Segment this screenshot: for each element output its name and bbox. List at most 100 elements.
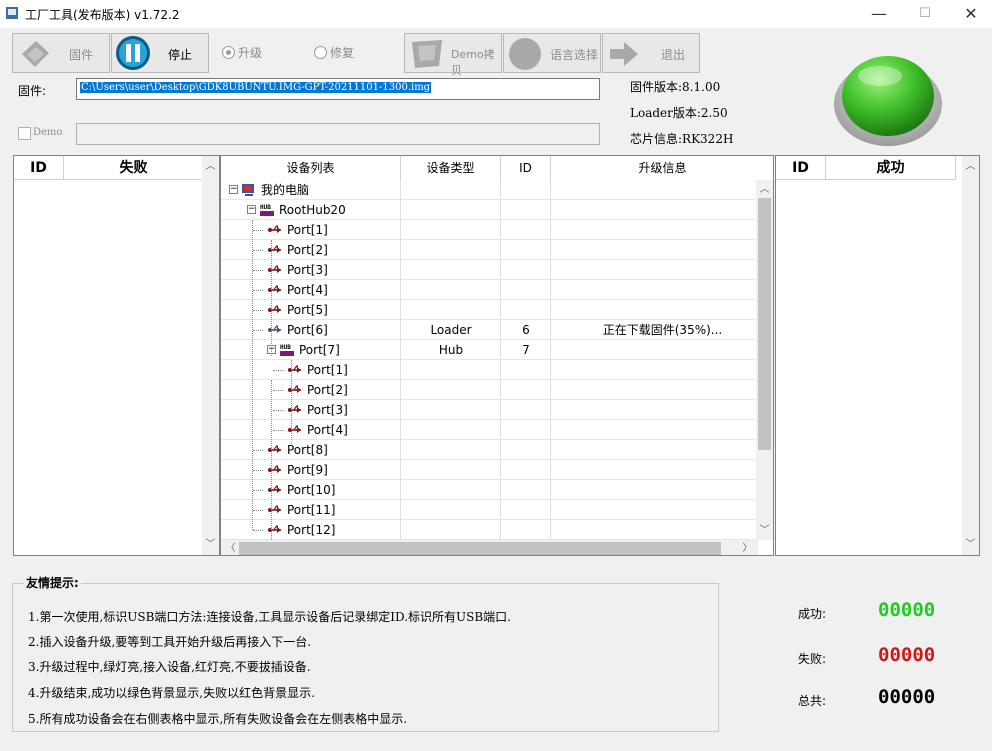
- device-id: [501, 240, 551, 260]
- success-col-status[interactable]: 成功: [826, 156, 956, 180]
- fail-panel[interactable]: ID 失败 ︿ ﹀: [13, 155, 220, 556]
- upgrade-radio[interactable]: 升级: [222, 44, 262, 61]
- radio-dot-checked: [222, 46, 235, 59]
- tree-row[interactable]: Port[8]: [221, 440, 756, 460]
- demo-path-field[interactable]: [76, 123, 600, 145]
- tree-connector: [291, 360, 292, 444]
- device-type: [401, 440, 501, 460]
- firmware-field-label: 固件:: [18, 84, 47, 98]
- tree-row[interactable]: Port[5]: [221, 300, 756, 320]
- tree-row[interactable]: Port[9]: [221, 460, 756, 480]
- tree-row[interactable]: Port[6] Loader 6 正在下载固件(35%)...: [221, 320, 756, 340]
- device-type: [401, 500, 501, 520]
- collapse-toggle-icon[interactable]: −: [229, 185, 238, 194]
- repair-radio[interactable]: 修复: [314, 44, 354, 61]
- usb-port-icon: [288, 425, 301, 433]
- maximize-button[interactable]: ☐: [902, 0, 948, 28]
- tree-row[interactable]: Port[1]: [221, 360, 756, 380]
- device-type: [401, 400, 501, 420]
- tree-connector: [253, 230, 263, 231]
- success-panel[interactable]: ID 成功 ︿ ﹀: [775, 155, 980, 556]
- device-id: [501, 500, 551, 520]
- upgrade-info: [551, 420, 773, 440]
- computer-icon: [242, 184, 254, 196]
- device-type: [401, 420, 501, 440]
- tree-row[interactable]: − HUB RootHub20: [221, 200, 756, 220]
- svg-text:HUB: HUB: [260, 204, 271, 211]
- device-type: [401, 220, 501, 240]
- device-name: Port[3]: [287, 263, 328, 277]
- device-type: [401, 300, 501, 320]
- upgrade-info: [551, 340, 773, 360]
- device-type: Hub: [438, 343, 464, 357]
- col-device-list[interactable]: 设备列表: [221, 156, 401, 180]
- usb-port-icon: [288, 385, 301, 393]
- scroll-up-icon[interactable]: ︿: [202, 158, 219, 175]
- fail-col-status[interactable]: 失败: [64, 156, 204, 180]
- scroll-up-icon[interactable]: ︿: [756, 181, 773, 198]
- tree-row[interactable]: − 我的电脑: [221, 180, 756, 200]
- radio-dot: [314, 46, 327, 59]
- success-scrollbar[interactable]: ︿ ﹀: [962, 156, 979, 555]
- tree-row[interactable]: Port[3]: [221, 260, 756, 280]
- collapse-toggle-icon[interactable]: −: [247, 205, 256, 214]
- tree-connector: [253, 310, 263, 311]
- demo-checkbox[interactable]: [18, 127, 31, 140]
- fail-scrollbar[interactable]: ︿ ﹀: [202, 156, 219, 555]
- device-id: [501, 280, 551, 300]
- tree-row[interactable]: Port[1]: [221, 220, 756, 240]
- tree-connector: [253, 470, 263, 471]
- demo-copy-button[interactable]: Demo拷贝: [404, 33, 502, 77]
- tree-row[interactable]: − HUB Port[7] Hub 7: [221, 340, 756, 360]
- usb-hub-icon: HUB: [280, 344, 294, 356]
- firmware-path-field[interactable]: C:\Users\user\Desktop\GDK8UBUNTU.IMG-GPT…: [76, 78, 600, 100]
- fail-col-id[interactable]: ID: [14, 156, 64, 180]
- minimize-button[interactable]: —: [856, 0, 902, 28]
- pause-icon: [116, 36, 150, 70]
- tree-row[interactable]: Port[4]: [221, 420, 756, 440]
- upgrade-info: [551, 220, 773, 240]
- firmware-button[interactable]: 固件: [12, 33, 110, 73]
- col-device-type[interactable]: 设备类型: [401, 156, 501, 180]
- stop-button[interactable]: 停止: [111, 33, 209, 73]
- scroll-down-icon[interactable]: ﹀: [202, 536, 219, 553]
- fail-count-label: 失败:: [798, 652, 827, 666]
- scroll-thumb[interactable]: [239, 542, 721, 555]
- firmware-version: 固件版本:8.1.00: [630, 80, 721, 94]
- device-type: [401, 200, 501, 220]
- close-button[interactable]: ✕: [948, 0, 992, 28]
- scroll-left-icon[interactable]: 〈: [222, 540, 239, 555]
- tree-row[interactable]: Port[4]: [221, 280, 756, 300]
- success-col-id[interactable]: ID: [776, 156, 826, 180]
- scroll-down-icon[interactable]: ﹀: [962, 536, 979, 553]
- tree-row[interactable]: Port[2]: [221, 240, 756, 260]
- device-name: Port[5]: [287, 303, 328, 317]
- scroll-right-icon[interactable]: 〉: [739, 540, 756, 555]
- tree-row[interactable]: Port[3]: [221, 400, 756, 420]
- tree-h-scrollbar[interactable]: 〈 〉: [221, 540, 758, 555]
- tree-v-scrollbar[interactable]: ︿ ﹀: [756, 180, 773, 540]
- tree-row[interactable]: Port[2]: [221, 380, 756, 400]
- app-icon: [6, 7, 18, 19]
- device-name: Port[3]: [307, 403, 348, 417]
- col-upgrade-info[interactable]: 升级信息: [551, 156, 773, 180]
- tree-row[interactable]: Port[10]: [221, 480, 756, 500]
- scroll-up-icon[interactable]: ︿: [962, 158, 979, 175]
- stop-button-label: 停止: [168, 48, 193, 62]
- language-button[interactable]: 语言选择: [503, 33, 601, 73]
- svg-text:HUB: HUB: [280, 344, 291, 351]
- tree-row[interactable]: Port[11]: [221, 500, 756, 520]
- usb-hub-icon: HUB: [260, 204, 274, 216]
- device-tree-panel[interactable]: 设备列表 设备类型 ID 升级信息 − 我的电脑 − HUB RootHub20 Port…: [220, 155, 774, 556]
- tree-connector: [271, 380, 272, 555]
- device-id: [501, 460, 551, 480]
- col-device-id[interactable]: ID: [501, 156, 551, 180]
- exit-button[interactable]: 退出: [602, 33, 700, 73]
- device-type: [401, 520, 501, 540]
- tree-row[interactable]: Port[12]: [221, 520, 756, 540]
- usb-port-icon: [268, 305, 281, 313]
- scroll-thumb[interactable]: [758, 198, 771, 450]
- scroll-down-icon[interactable]: ﹀: [756, 522, 773, 539]
- device-id: 7: [522, 343, 530, 357]
- device-id: [501, 220, 551, 240]
